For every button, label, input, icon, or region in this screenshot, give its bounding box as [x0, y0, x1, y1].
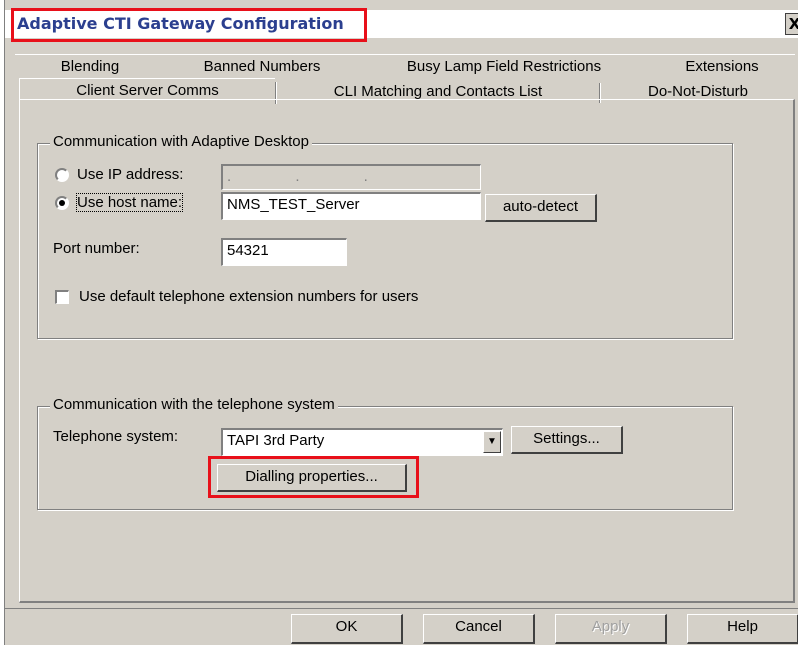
divider [4, 608, 798, 609]
tab-label: Client Server Comms [76, 82, 219, 99]
host-name-input[interactable]: NMS_TEST_Server [221, 192, 481, 220]
use-ip-radio[interactable] [55, 168, 69, 182]
desktop-group-title: Communication with Adaptive Desktop [50, 133, 312, 150]
ip-address-field[interactable]: . . . [221, 164, 481, 190]
radio-selected-dot [59, 200, 65, 206]
default-extension-label: Use default telephone extension numbers … [79, 288, 419, 305]
title-annotation-box [11, 8, 367, 42]
auto-detect-button[interactable]: auto-detect [485, 194, 597, 222]
default-extension-checkbox[interactable] [55, 290, 69, 304]
telephone-system-label: Telephone system: [53, 428, 179, 445]
dialog-window: Adaptive CTI Gateway Configuration X Ble… [4, 0, 798, 645]
tab-label: Blending [60, 58, 120, 75]
tab-label: Extensions [685, 58, 759, 75]
telephone-group-title: Communication with the telephone system [50, 396, 338, 413]
tab-banned-numbers[interactable]: Banned Numbers [165, 54, 361, 78]
port-number-label: Port number: [53, 240, 140, 257]
dialling-annotation-box [208, 456, 419, 498]
tab-label: CLI Matching and Contacts List [333, 83, 543, 100]
port-number-input[interactable]: 54321 [221, 238, 347, 266]
tab-label: Banned Numbers [203, 58, 321, 75]
settings-button[interactable]: Settings... [511, 426, 623, 454]
use-host-radio[interactable] [55, 196, 69, 210]
tab-busy-lamp-field-restrictions[interactable]: Busy Lamp Field Restrictions [359, 54, 651, 78]
tab-label: Busy Lamp Field Restrictions [406, 58, 602, 75]
cancel-button[interactable]: Cancel [423, 614, 535, 644]
tab-blending[interactable]: Blending [15, 54, 167, 78]
apply-button[interactable]: Apply [555, 614, 667, 644]
tab-label: Do-Not-Disturb [647, 83, 749, 100]
telephone-system-select[interactable]: TAPI 3rd Party [221, 428, 503, 456]
help-button[interactable]: Help [687, 614, 798, 644]
chevron-down-icon[interactable]: ▼ [483, 431, 501, 453]
use-host-label: Use host name: [75, 193, 184, 212]
use-ip-label: Use IP address: [77, 166, 184, 183]
tab-extensions[interactable]: Extensions [649, 54, 795, 78]
ok-button[interactable]: OK [291, 614, 403, 644]
close-button[interactable]: X [785, 13, 798, 35]
